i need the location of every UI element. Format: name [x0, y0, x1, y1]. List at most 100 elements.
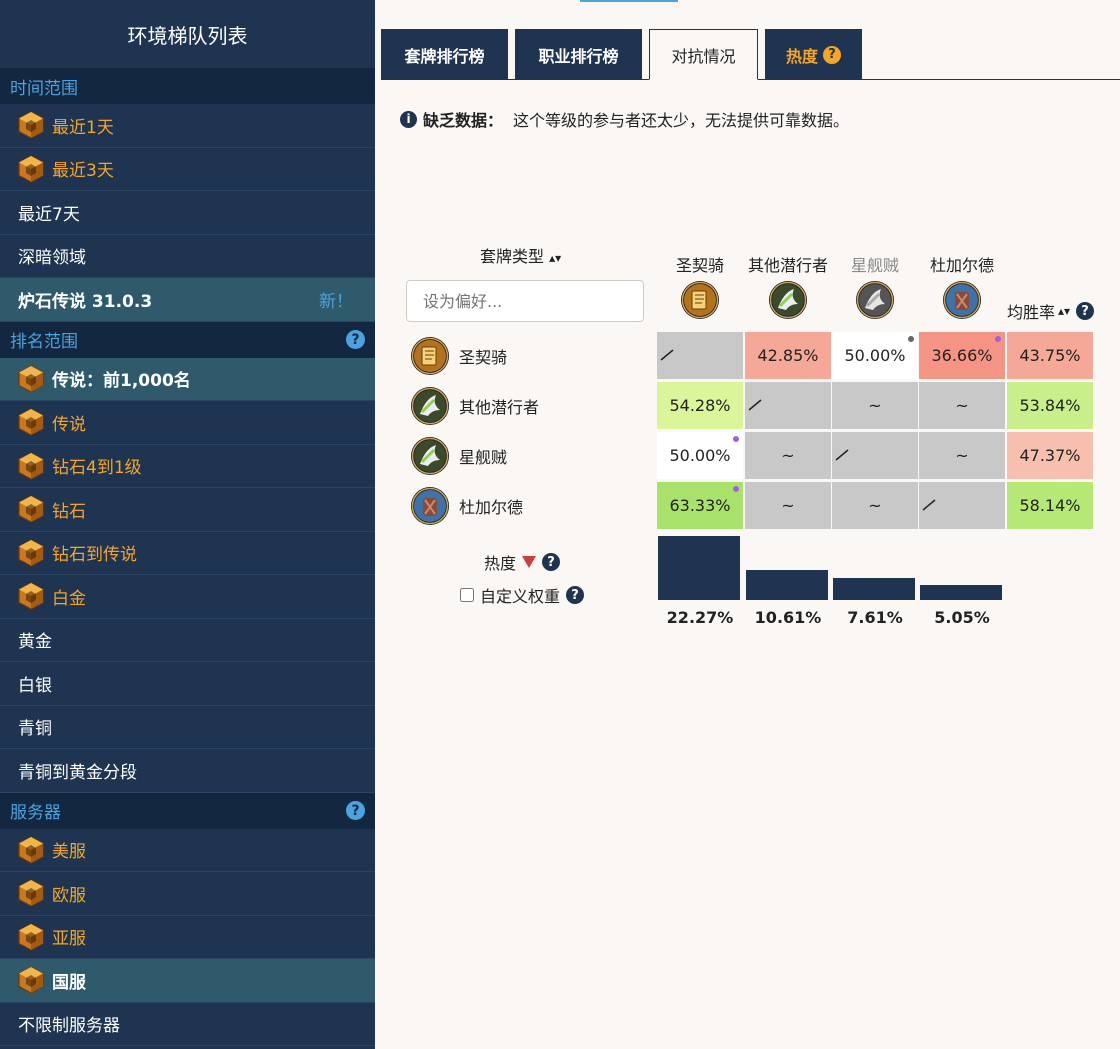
sidebar-item-rank-8[interactable]: 青铜	[0, 706, 375, 749]
hexagon-icon	[18, 111, 44, 139]
sort-icon: ▴▾	[549, 251, 562, 265]
sidebar-item-time-1[interactable]: 最近3天	[0, 148, 375, 191]
matchup-cell[interactable]: 54.28%	[657, 382, 743, 429]
sidebar-item-rank-4[interactable]: 钻石到传说	[0, 532, 375, 575]
sidebar-item-server-4[interactable]: 不限制服务器	[0, 1003, 375, 1046]
popularity-value: 5.05%	[934, 608, 990, 627]
popularity-bar	[833, 578, 915, 600]
tab-deck-ranking[interactable]: 套牌排行榜	[381, 29, 508, 80]
hexagon-icon	[18, 582, 44, 610]
row-label[interactable]: 星舰贼	[410, 436, 507, 476]
row-label[interactable]: 其他潜行者	[410, 386, 539, 426]
sidebar-item-rank-1[interactable]: 传说	[0, 401, 375, 445]
column-header[interactable]: 杜加尔德	[918, 252, 1006, 276]
custom-weight-checkbox[interactable]	[460, 588, 474, 602]
matchup-value: ~	[868, 396, 882, 415]
preference-input[interactable]	[406, 280, 644, 322]
time-range-header: 时间范围	[0, 68, 375, 104]
popularity-label: 热度	[484, 554, 517, 573]
sidebar-item-label: 亚服	[52, 929, 86, 950]
sample-dot-icon	[733, 436, 739, 442]
popularity-sort[interactable]: 热度 ?	[484, 550, 561, 574]
row-label[interactable]: 圣契骑	[410, 336, 507, 376]
matchup-cell[interactable]: 36.66%	[919, 332, 1005, 379]
tab-popularity[interactable]: 热度 ?	[765, 29, 862, 80]
rogue-icon	[411, 387, 449, 425]
row-label[interactable]: 杜加尔德	[410, 486, 523, 526]
matchup-cell[interactable]: ~	[832, 382, 918, 429]
sidebar-item-label: 最近7天	[18, 204, 80, 225]
avg-winrate-cell: 47.37%	[1007, 432, 1093, 479]
matchup-cell[interactable]: ~	[832, 482, 918, 529]
sidebar-item-rank-3[interactable]: 钻石	[0, 488, 375, 532]
matchup-cell[interactable]: 42.85%	[745, 332, 831, 379]
column-header[interactable]: 其他潜行者	[744, 252, 832, 276]
help-icon[interactable]: ?	[346, 801, 365, 820]
column-header[interactable]: 星舰贼	[831, 252, 919, 276]
sidebar-item-server-1[interactable]: 欧服	[0, 872, 375, 916]
rogue-icon	[411, 437, 449, 475]
sidebar-item-label: 青铜	[18, 719, 52, 740]
tab-class-ranking[interactable]: 职业排行榜	[515, 29, 642, 80]
matchup-value: ~	[955, 396, 969, 415]
matchup-cell[interactable]	[832, 432, 918, 479]
mirror-slash-icon	[922, 499, 936, 511]
sidebar-item-rank-6[interactable]: 黄金	[0, 619, 375, 662]
matchup-value: ~	[781, 446, 795, 465]
help-icon[interactable]: ?	[566, 586, 585, 604]
matchup-cell[interactable]: ~	[745, 432, 831, 479]
matchup-cell[interactable]: ~	[919, 382, 1005, 429]
matchup-cell[interactable]: 50.00%	[657, 432, 743, 479]
custom-weight-toggle[interactable]: 自定义权重 ?	[460, 583, 585, 607]
server-header: 服务器 ?	[0, 792, 375, 829]
column-icon-wrap	[855, 280, 895, 324]
sidebar-item-server-2[interactable]: 亚服	[0, 916, 375, 959]
matchup-value: ~	[868, 496, 882, 515]
sidebar-item-rank-5[interactable]: 白金	[0, 575, 375, 619]
avg-winrate-value: 58.14%	[1019, 496, 1081, 515]
row-name: 杜加尔德	[459, 498, 524, 517]
popularity-value: 10.61%	[754, 608, 822, 627]
notice-title: 缺乏数据：	[423, 111, 504, 130]
matchup-cell[interactable]: ~	[919, 432, 1005, 479]
matchup-cell[interactable]: 50.00%	[832, 332, 918, 379]
server-label: 服务器	[10, 803, 61, 823]
dugald-icon	[943, 281, 981, 319]
matchup-cell[interactable]	[657, 332, 743, 379]
sidebar-item-time-2[interactable]: 最近7天	[0, 191, 375, 235]
help-icon[interactable]: ?	[346, 330, 365, 349]
tab-matchups[interactable]: 对抗情况	[649, 29, 758, 80]
avg-winrate-sort[interactable]: 均胜率 ▴▾ ?	[1007, 299, 1095, 323]
matchup-cell[interactable]	[745, 382, 831, 429]
sidebar-item-server-3[interactable]: 国服	[0, 959, 375, 1003]
sidebar-item-rank-0[interactable]: 传说：前1,000名	[0, 357, 375, 401]
column-icon-wrap	[768, 280, 808, 324]
column-icon-wrap	[680, 280, 720, 324]
dugald-icon	[411, 487, 449, 525]
popularity-bar	[658, 536, 740, 600]
server-list: 美服 欧服亚服国服 不限制服务器	[0, 829, 375, 1046]
row-name: 圣契骑	[459, 348, 508, 367]
deck-type-sort[interactable]: 套牌类型 ▴▾	[480, 243, 561, 267]
mirror-slash-icon	[660, 349, 674, 361]
matchup-cell[interactable]: ~	[745, 482, 831, 529]
help-icon[interactable]: ?	[1076, 302, 1095, 320]
matchup-cell[interactable]: 63.33%	[657, 482, 743, 529]
sidebar-item-version[interactable]: 炉石传说 31.0.3 新！	[0, 278, 375, 322]
popularity-value: 7.61%	[847, 608, 903, 627]
matchup-cell[interactable]	[919, 482, 1005, 529]
sidebar-item-time-0[interactable]: 最近1天	[0, 104, 375, 148]
sidebar-item-rank-7[interactable]: 白银	[0, 662, 375, 706]
sample-dot-icon	[995, 336, 1001, 342]
tab-bar: 套牌排行榜 职业排行榜 对抗情况 热度 ?	[381, 29, 1120, 80]
sidebar-item-rank-2[interactable]: 钻石4到1级	[0, 445, 375, 488]
column-header[interactable]: 圣契骑	[656, 252, 744, 276]
rank-range-header: 排名范围 ?	[0, 321, 375, 358]
help-icon[interactable]: ?	[823, 45, 841, 64]
sidebar-item-rank-9[interactable]: 青铜到黄金分段	[0, 749, 375, 793]
sidebar-item-time-3[interactable]: 深暗领域	[0, 235, 375, 278]
sort-icon: ▴▾	[1058, 304, 1071, 318]
sidebar-item-server-0[interactable]: 美服	[0, 829, 375, 872]
help-icon[interactable]: ?	[542, 553, 561, 571]
sidebar-item-label: 黄金	[18, 632, 52, 653]
